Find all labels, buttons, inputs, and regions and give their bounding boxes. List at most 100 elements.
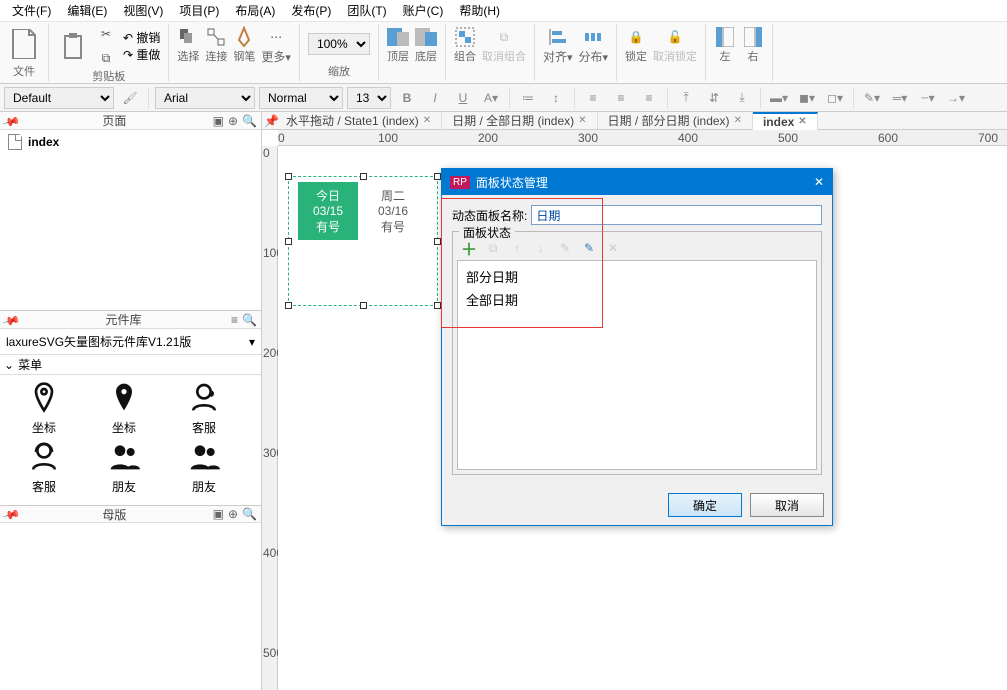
- delete-state-icon[interactable]: ✕: [605, 240, 621, 256]
- menu-help[interactable]: 帮助(H): [451, 0, 508, 21]
- tab-alldate[interactable]: 日期 / 全部日期 (index)✕: [442, 112, 597, 130]
- close-icon[interactable]: ✕: [798, 116, 806, 127]
- close-icon[interactable]: ✕: [578, 115, 586, 126]
- style-preset-select[interactable]: Default: [4, 87, 114, 109]
- format-painter-icon[interactable]: 🖌: [118, 87, 142, 109]
- move-up-icon[interactable]: ↑: [509, 240, 525, 256]
- cancel-button[interactable]: 取消: [750, 493, 824, 517]
- add-state-icon[interactable]: ＋: [461, 240, 477, 256]
- edit-state-icon[interactable]: ✎: [557, 240, 573, 256]
- resize-handle[interactable]: [360, 173, 367, 180]
- new-file-icon[interactable]: [8, 28, 40, 60]
- state-list[interactable]: 部分日期 全部日期: [457, 260, 817, 470]
- font-weight-select[interactable]: Normal: [259, 87, 343, 109]
- align-left-icon[interactable]: ≡: [581, 87, 605, 109]
- search-icon[interactable]: 🔍: [242, 507, 257, 521]
- valign-top-icon[interactable]: ⤒: [674, 87, 698, 109]
- lib-item-friend1[interactable]: 朋友: [84, 440, 164, 499]
- menu-edit[interactable]: 编辑(E): [59, 0, 115, 21]
- valign-bot-icon[interactable]: ⤓: [730, 87, 754, 109]
- undo-button[interactable]: ↶ 撤销: [123, 29, 160, 46]
- bullets-icon[interactable]: ≔: [516, 87, 540, 109]
- align-icon[interactable]: [547, 26, 569, 48]
- resize-handle[interactable]: [434, 238, 441, 245]
- panel-name-input[interactable]: [531, 205, 822, 225]
- outer-shadow-icon[interactable]: ◼▾: [795, 87, 819, 109]
- tab-state1[interactable]: 水平拖动 / State1 (index)✕: [276, 112, 442, 130]
- lib-item-pin2[interactable]: 坐标: [84, 381, 164, 440]
- dock-right-icon[interactable]: [742, 26, 764, 48]
- resize-handle[interactable]: [285, 173, 292, 180]
- connect-tool-icon[interactable]: [205, 26, 227, 48]
- copy-icon[interactable]: ⧉: [95, 47, 117, 69]
- inner-shadow-icon[interactable]: ◻▾: [823, 87, 847, 109]
- menu-view[interactable]: 视图(V): [115, 0, 171, 21]
- menu-team[interactable]: 团队(T): [339, 0, 394, 21]
- resize-handle[interactable]: [285, 238, 292, 245]
- search-icon[interactable]: 🔍: [242, 114, 257, 128]
- search-icon[interactable]: 🔍: [242, 313, 257, 327]
- resize-handle[interactable]: [434, 173, 441, 180]
- cut-icon[interactable]: ✂: [95, 23, 117, 45]
- bold-icon[interactable]: B: [395, 87, 419, 109]
- resize-handle[interactable]: [360, 302, 367, 309]
- dock-left-icon[interactable]: [714, 26, 736, 48]
- valign-mid-icon[interactable]: ⇵: [702, 87, 726, 109]
- more-tools-icon[interactable]: ⋯: [265, 26, 287, 48]
- add-master-icon[interactable]: ⊕: [228, 507, 238, 521]
- lib-item-service1[interactable]: 客服: [164, 381, 244, 440]
- distribute-icon[interactable]: [582, 26, 604, 48]
- zoom-select[interactable]: 100%: [308, 33, 370, 55]
- close-icon[interactable]: ✕: [734, 115, 742, 126]
- add-page-icon[interactable]: ⊕: [228, 114, 238, 128]
- state-item-all[interactable]: 全部日期: [462, 288, 812, 311]
- edit-all-icon[interactable]: ✎: [581, 240, 597, 256]
- menu-layout[interactable]: 布局(A): [227, 0, 283, 21]
- bring-front-icon[interactable]: [387, 26, 409, 48]
- arrow-icon[interactable]: →▾: [944, 87, 968, 109]
- font-size-select[interactable]: 13: [347, 87, 391, 109]
- menu-account[interactable]: 账户(C): [395, 0, 452, 21]
- close-icon[interactable]: ✕: [814, 175, 824, 189]
- select-tool-icon[interactable]: [177, 26, 199, 48]
- lib-item-friend2[interactable]: 朋友: [164, 440, 244, 499]
- tab-partdate[interactable]: 日期 / 部分日期 (index)✕: [598, 112, 753, 130]
- pen-tool-icon[interactable]: [233, 26, 255, 48]
- font-family-select[interactable]: Arial: [155, 87, 255, 109]
- align-center-icon[interactable]: ≡: [609, 87, 633, 109]
- menu-project[interactable]: 项目(P): [171, 0, 227, 21]
- pin-icon[interactable]: 📌: [264, 114, 276, 128]
- state-item-partial[interactable]: 部分日期: [462, 265, 812, 288]
- fill-color-icon[interactable]: ▬▾: [767, 87, 791, 109]
- border-width-icon[interactable]: ═▾: [888, 87, 912, 109]
- group-icon[interactable]: [454, 26, 476, 48]
- line-height-icon[interactable]: ↕: [544, 87, 568, 109]
- italic-icon[interactable]: I: [423, 87, 447, 109]
- border-style-icon[interactable]: ┄▾: [916, 87, 940, 109]
- unlock-icon[interactable]: 🔓: [664, 26, 686, 48]
- tree-item-index[interactable]: index: [0, 130, 261, 154]
- resize-handle[interactable]: [285, 302, 292, 309]
- align-right-icon[interactable]: ≡: [637, 87, 661, 109]
- ungroup-icon[interactable]: ⧉: [493, 26, 515, 48]
- font-color-icon[interactable]: A▾: [479, 87, 503, 109]
- send-back-icon[interactable]: [415, 26, 437, 48]
- date-card-tue[interactable]: 周二 03/16 有号: [363, 182, 423, 240]
- close-icon[interactable]: ✕: [423, 115, 431, 126]
- lib-category[interactable]: ⌄ 菜单: [0, 355, 261, 375]
- tab-index[interactable]: index✕: [753, 112, 818, 130]
- lib-item-pin1[interactable]: 坐标: [4, 381, 84, 440]
- date-card-today[interactable]: 今日 03/15 有号: [298, 182, 358, 240]
- move-down-icon[interactable]: ↓: [533, 240, 549, 256]
- add-folder-icon[interactable]: ▣: [213, 507, 224, 521]
- library-select[interactable]: laxureSVG矢量图标元件库V1.21版▾: [0, 329, 261, 355]
- lib-menu-icon[interactable]: ≡: [231, 313, 238, 327]
- resize-handle[interactable]: [434, 302, 441, 309]
- underline-icon[interactable]: U: [451, 87, 475, 109]
- lock-icon[interactable]: 🔒: [625, 26, 647, 48]
- menu-file[interactable]: 文件(F): [4, 0, 59, 21]
- lib-item-service2[interactable]: 客服: [4, 440, 84, 499]
- add-folder-icon[interactable]: ▣: [213, 114, 224, 128]
- duplicate-state-icon[interactable]: ⧉: [485, 240, 501, 256]
- border-color-icon[interactable]: ✎▾: [860, 87, 884, 109]
